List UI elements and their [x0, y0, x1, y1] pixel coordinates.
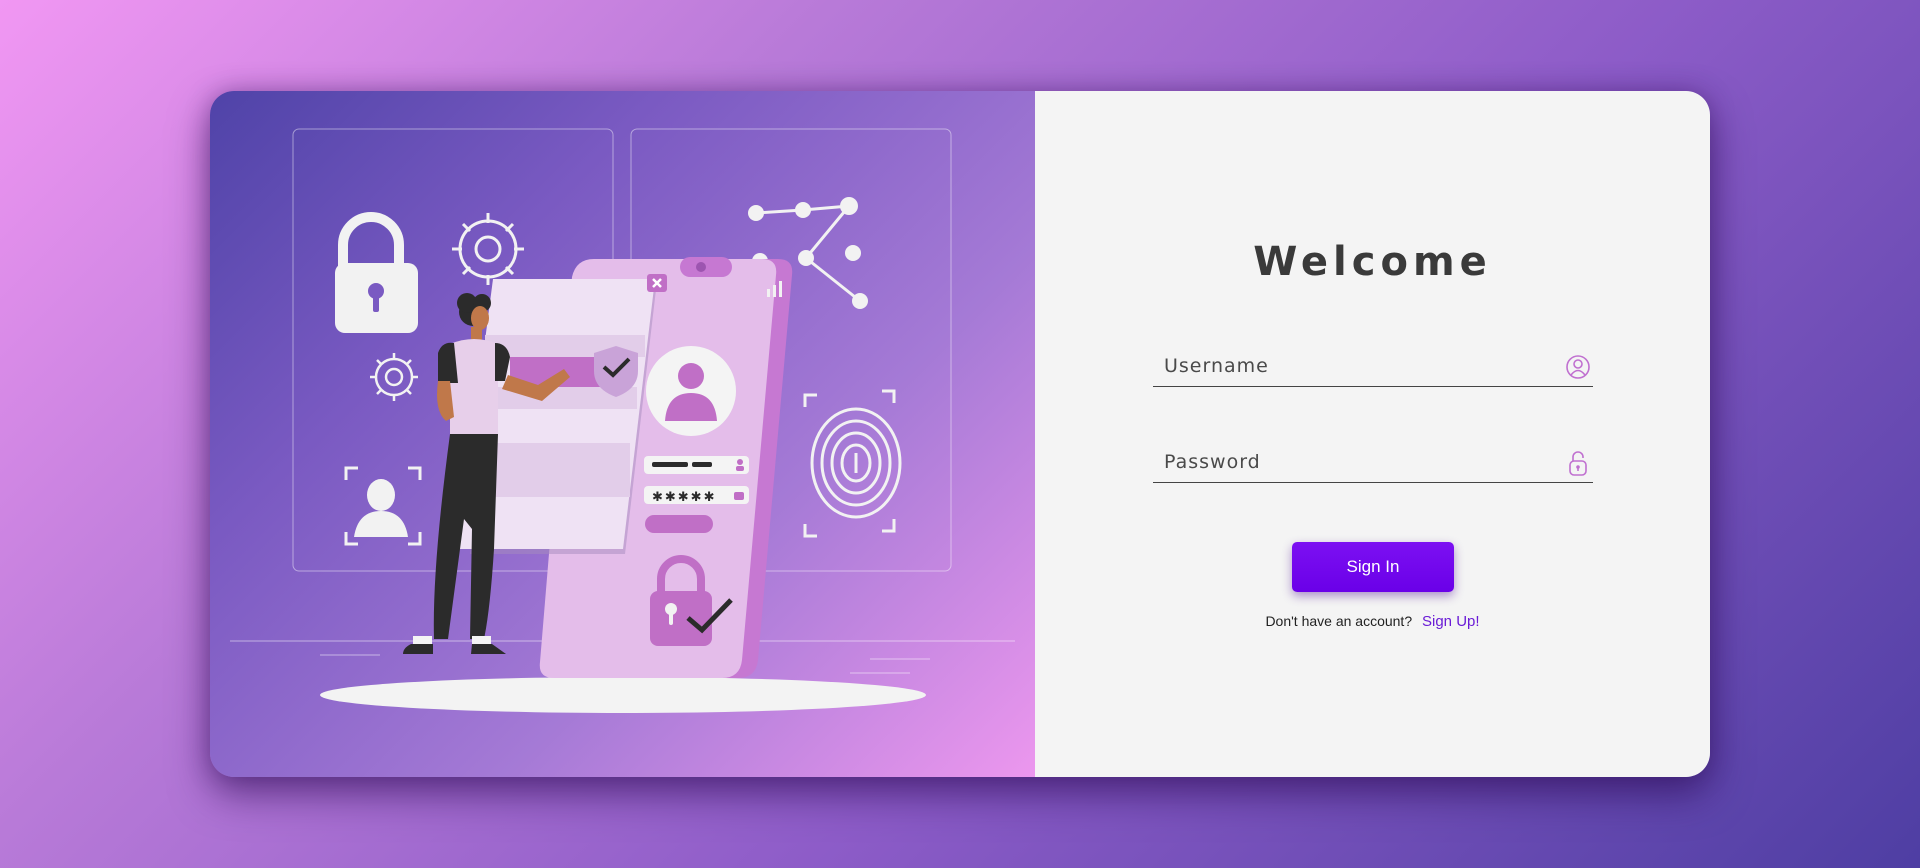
- masked-password-text: ✱✱✱✱✱: [652, 490, 716, 505]
- sign-in-button[interactable]: Sign In: [1292, 542, 1454, 592]
- gear-icon: [452, 213, 524, 285]
- signup-prompt-row: Don't have an account? Sign Up!: [1035, 613, 1710, 630]
- username-field: [1153, 348, 1593, 387]
- face-scan-body: [354, 511, 408, 537]
- phone-avatar-circle: [646, 346, 736, 436]
- illustration-panel: ✱✱✱✱✱: [210, 91, 1035, 777]
- face-scan-head: [367, 479, 395, 511]
- padlock-icon: [335, 212, 418, 333]
- gear-icon-small: [370, 353, 418, 401]
- security-illustration: ✱✱✱✱✱: [230, 128, 1015, 713]
- page-title: Welcome: [1253, 239, 1492, 285]
- fingerprint-icon: [803, 389, 902, 538]
- signup-prompt-text: Don't have an account?: [1265, 613, 1413, 629]
- lock-icon: [1569, 451, 1587, 476]
- sign-up-link[interactable]: Sign Up!: [1422, 613, 1480, 630]
- login-form-panel: Welcome Sign In Don't have an account? S…: [1035, 91, 1710, 777]
- password-input[interactable]: [1153, 444, 1553, 480]
- password-field: [1153, 444, 1593, 483]
- login-card: ✱✱✱✱✱ Welcome Username Sign In Don't hav…: [210, 91, 1710, 777]
- username-input[interactable]: [1153, 348, 1553, 384]
- ground-shadow: [320, 677, 926, 713]
- user-circle-icon: [1566, 355, 1590, 379]
